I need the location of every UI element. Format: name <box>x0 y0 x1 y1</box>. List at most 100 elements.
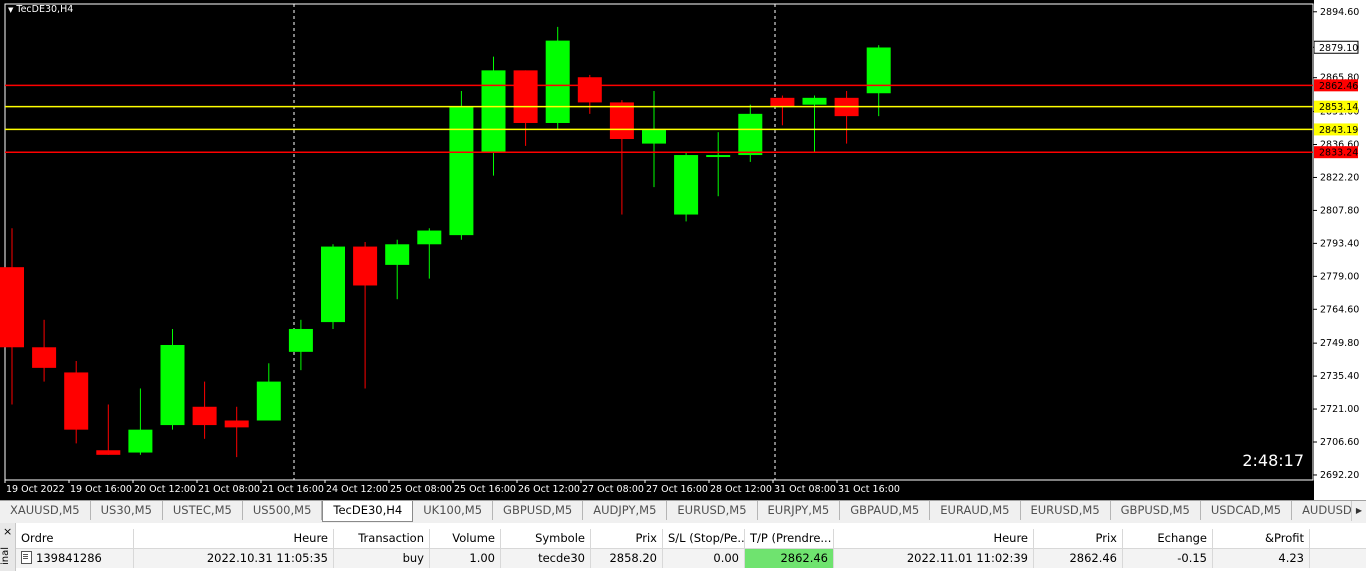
column-header[interactable]: Transaction <box>334 529 430 548</box>
time-tick-label: 19 Oct 16:00 <box>70 484 132 495</box>
chart-tab[interactable]: GBPUSD,M5 <box>493 501 584 520</box>
table-cell: 2858.20 <box>591 549 663 568</box>
caret-down-icon[interactable]: ▼ <box>8 6 13 14</box>
time-tick-label: 19 Oct 2022 <box>6 484 65 495</box>
column-header[interactable]: T/P (Prendre... <box>745 529 834 548</box>
table-header-row: Ordre Heure Transaction Volume Symbole Prix S/… <box>16 529 1366 549</box>
time-tick-label: 25 Oct 16:00 <box>454 484 516 495</box>
time-tick-label: 27 Oct 08:00 <box>582 484 644 495</box>
column-header[interactable]: Echange <box>1123 529 1213 548</box>
price-tick-label: 2779.00 <box>1320 271 1359 282</box>
column-header[interactable]: Volume <box>430 529 501 548</box>
chart-window[interactable]: 2894.602879.102865.802851.002836.602822.… <box>0 0 1366 500</box>
bull-candle-body <box>160 344 185 426</box>
price-tick-label: 2822.20 <box>1320 172 1359 183</box>
time-tick-label: 31 Oct 08:00 <box>774 484 836 495</box>
time-tick-label: 27 Oct 16:00 <box>646 484 708 495</box>
chart-tab[interactable]: TecDE30,H4 <box>322 501 414 522</box>
bear-candle-body <box>577 77 602 103</box>
price-tick-label: 2793.40 <box>1320 238 1359 249</box>
chart-tab[interactable]: US500,M5 <box>243 501 323 520</box>
tab-scroll-arrow-icon[interactable]: ▶ <box>1351 501 1366 521</box>
time-tick-label: 26 Oct 12:00 <box>518 484 580 495</box>
time-tick-label: 20 Oct 12:00 <box>134 484 196 495</box>
table-cell: 4.23 <box>1213 549 1310 568</box>
table-cell: 2862.46 <box>1034 549 1123 568</box>
bull-candle-body <box>256 381 281 421</box>
close-icon[interactable]: × <box>3 525 12 538</box>
column-header[interactable]: Heure <box>134 529 334 548</box>
column-header[interactable]: S/L (Stop/Pe... <box>663 529 745 548</box>
bull-candle-body <box>449 106 474 236</box>
table-cell: 2022.10.31 11:05:35 <box>134 549 334 568</box>
chart-tab[interactable]: EURUSD,M5 <box>1021 501 1111 520</box>
bull-candle-body <box>321 246 345 323</box>
chart-tab[interactable]: US30,M5 <box>91 501 163 520</box>
bear-candle-body <box>224 420 249 428</box>
price-level-label: 2833.24 <box>1319 148 1358 159</box>
chart-tab[interactable]: AUDJPY,M5 <box>583 501 668 520</box>
bull-candle-body <box>385 244 410 265</box>
terminal-side-strip: × inal <box>0 523 16 571</box>
bull-candle-body <box>738 113 763 156</box>
candle-countdown: 2:48:17 <box>1242 451 1304 470</box>
bull-candle-body <box>481 70 506 153</box>
order-id: 139841286 <box>36 551 102 565</box>
terminal-panel: × inal Ordre Heure Transaction Volume Symbol… <box>0 523 1366 571</box>
price-level-label: 2862.46 <box>1319 81 1358 92</box>
price-tick-label: 2764.60 <box>1320 304 1359 315</box>
price-tick-label: 2692.20 <box>1320 470 1359 481</box>
current-price-label: 2879.10 <box>1319 43 1358 54</box>
table-cell: 2022.11.01 11:02:39 <box>834 549 1034 568</box>
bull-candle-body <box>288 328 313 352</box>
column-header[interactable]: Ordre <box>16 529 134 548</box>
bear-candle-body <box>64 372 89 430</box>
chart-symbol-title: ▼ TecDE30,H4 <box>8 4 74 15</box>
bull-candle-body <box>866 47 891 94</box>
bear-candle-body <box>353 246 378 286</box>
bull-candle-body <box>674 155 699 215</box>
chart-tab[interactable]: GBPUSD,M5 <box>1111 501 1201 520</box>
column-header[interactable]: Heure <box>834 529 1034 548</box>
bear-candle-body <box>192 406 217 426</box>
chart-tab[interactable]: EURJPY,M5 <box>758 501 841 520</box>
chart-tab[interactable]: EURAUD,M5 <box>930 501 1021 520</box>
table-cell: 139841286 <box>16 549 134 568</box>
terminal-side-label: inal <box>0 547 11 566</box>
price-level-label: 2853.14 <box>1319 102 1358 113</box>
price-tick-label: 2807.80 <box>1320 205 1359 216</box>
bull-candle-body <box>417 230 442 245</box>
price-chart[interactable]: 2894.602879.102865.802851.002836.602822.… <box>0 0 1366 500</box>
table-cell: -0.15 <box>1123 549 1213 568</box>
time-tick-label: 21 Oct 16:00 <box>262 484 324 495</box>
chart-tab[interactable]: GBPAUD,M5 <box>840 501 931 520</box>
table-cell: 1.00 <box>430 549 501 568</box>
bull-candle-body <box>545 40 570 123</box>
bull-candle-body <box>706 155 731 158</box>
order-document-icon <box>21 551 32 564</box>
table-row[interactable]: 139841286 2022.10.31 11:05:35 buy 1.00 tecde… <box>16 549 1366 568</box>
price-tick-label: 2721.00 <box>1320 404 1359 415</box>
price-tick-label: 2735.40 <box>1320 371 1359 382</box>
time-tick-label: 25 Oct 08:00 <box>390 484 452 495</box>
time-tick-label: 24 Oct 12:00 <box>326 484 388 495</box>
chart-tab[interactable]: USTEC,M5 <box>163 501 243 520</box>
column-header[interactable]: Symbole <box>501 529 591 548</box>
column-header[interactable]: &Profit <box>1213 529 1310 548</box>
time-tick-label: 21 Oct 08:00 <box>198 484 260 495</box>
table-cell: 0.00 <box>663 549 745 568</box>
column-header[interactable]: Prix <box>1034 529 1123 548</box>
table-cell: buy <box>334 549 430 568</box>
chart-tab[interactable]: UK100,M5 <box>413 501 494 520</box>
chart-tab[interactable]: XAUUSD,M5 <box>0 501 91 520</box>
bear-candle-body <box>770 97 795 107</box>
column-header[interactable]: Prix <box>591 529 663 548</box>
price-tick-label: 2706.60 <box>1320 437 1359 448</box>
time-tick-label: 31 Oct 16:00 <box>838 484 900 495</box>
bear-candle-body <box>96 450 121 455</box>
chart-tab[interactable]: EURUSD,M5 <box>667 501 758 520</box>
trade-history-table: Ordre Heure Transaction Volume Symbole Prix S/… <box>16 529 1366 568</box>
chart-tab[interactable]: USDCAD,M5 <box>1201 501 1293 520</box>
time-tick-label: 28 Oct 12:00 <box>710 484 772 495</box>
chart-tab-bar: XAUUSD,M5 US30,M5 USTEC,M5 US500,M5 TecDE30,… <box>0 500 1366 523</box>
